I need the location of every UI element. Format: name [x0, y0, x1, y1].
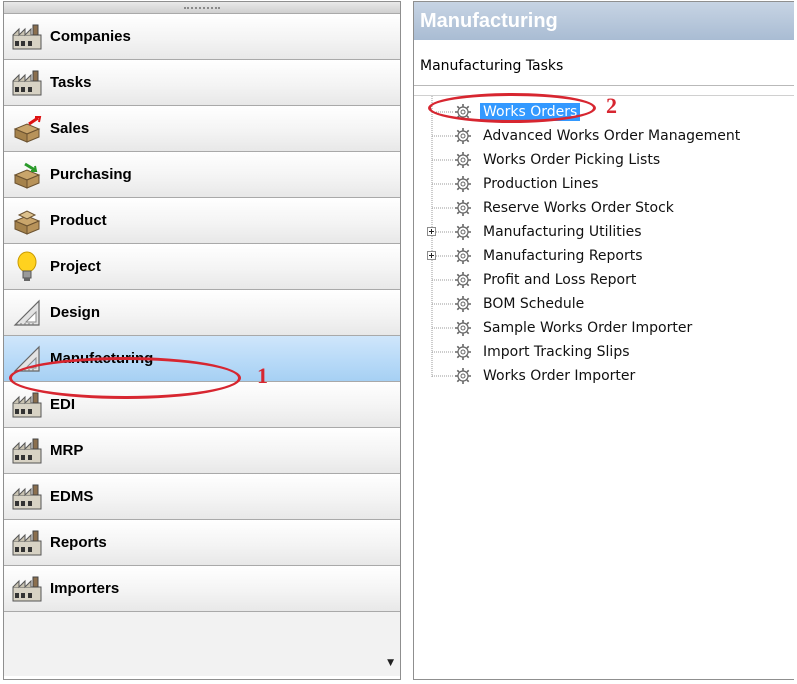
gear-icon — [452, 365, 474, 387]
gear-icon — [452, 125, 474, 147]
tree-item-label: Sample Works Order Importer — [483, 320, 693, 336]
nav-item-mrp[interactable]: MRP — [4, 428, 400, 474]
gear-icon — [452, 149, 474, 171]
boxes-product-icon — [10, 205, 44, 237]
tree-item-label: Works Order Picking Lists — [483, 152, 661, 168]
nav-item-label: Importers — [50, 580, 120, 597]
tree-item-reserve-works-order-stock[interactable]: Reserve Works Order Stock — [452, 197, 677, 219]
lightbulb-icon — [10, 251, 44, 283]
task-tree: Works Orders Advanced Works Order Manage… — [414, 95, 794, 676]
gear-icon — [452, 317, 474, 339]
gear-icon — [452, 269, 474, 291]
gear-icon — [452, 341, 474, 363]
nav-item-label: Purchasing — [50, 166, 132, 183]
gear-icon — [452, 101, 474, 123]
nav-item-design[interactable]: Design — [4, 290, 400, 336]
tree-item-production-lines[interactable]: Production Lines — [452, 173, 601, 195]
nav-item-edms[interactable]: EDMS — [4, 474, 400, 520]
pane-resize-grip[interactable] — [4, 2, 400, 14]
gear-icon — [452, 173, 474, 195]
nav-item-label: Product — [50, 212, 107, 229]
nav-item-label: Project — [50, 258, 101, 275]
boxes-sales-icon — [10, 113, 44, 145]
nav-item-importers[interactable]: Importers — [4, 566, 400, 612]
callout-number-step-2: 2 — [606, 93, 617, 118]
tree-item-label: Works Order Importer — [483, 368, 636, 384]
factory-icon — [10, 481, 44, 513]
tree-item-manufacturing-utilities[interactable]: Manufacturing Utilities — [452, 221, 645, 243]
nav-item-product[interactable]: Product — [4, 198, 400, 244]
navigation-pane: Companies Tasks Sales Purchasing Product… — [3, 1, 401, 680]
nav-item-manufacturing[interactable]: Manufacturing — [4, 336, 400, 382]
nav-item-purchasing[interactable]: Purchasing — [4, 152, 400, 198]
gear-icon — [452, 197, 474, 219]
factory-icon — [10, 435, 44, 467]
tree-item-label: Production Lines — [483, 176, 599, 192]
nav-item-label: Companies — [50, 28, 131, 45]
nav-item-companies[interactable]: Companies — [4, 14, 400, 60]
set-square-icon — [10, 297, 44, 329]
tree-item-label: Import Tracking Slips — [483, 344, 630, 360]
set-square-icon — [10, 343, 44, 375]
factory-icon — [10, 67, 44, 99]
nav-item-edi[interactable]: EDI — [4, 382, 400, 428]
nav-item-label: Sales — [50, 120, 90, 137]
tree-item-import-tracking-slips[interactable]: Import Tracking Slips — [452, 341, 633, 363]
tree-item-label: Works Orders — [480, 103, 581, 121]
factory-icon — [10, 527, 44, 559]
tree-item-label: Manufacturing Utilities — [483, 224, 642, 240]
tree-item-sample-works-order-importer[interactable]: Sample Works Order Importer — [452, 317, 695, 339]
tree-item-advanced-works-order-management[interactable]: Advanced Works Order Management — [452, 125, 743, 147]
nav-item-label: EDMS — [50, 488, 94, 505]
expand-plus-icon[interactable] — [427, 227, 436, 236]
expand-plus-icon[interactable] — [427, 251, 436, 260]
tree-item-label: Reserve Works Order Stock — [483, 200, 674, 216]
nav-item-label: Reports — [50, 534, 107, 551]
tree-item-label: Advanced Works Order Management — [483, 128, 741, 144]
nav-item-sales[interactable]: Sales — [4, 106, 400, 152]
factory-icon — [10, 389, 44, 421]
nav-item-label: EDI — [50, 396, 76, 413]
tree-item-label: Manufacturing Reports — [483, 248, 643, 264]
boxes-purchasing-icon — [10, 159, 44, 191]
nav-item-label: Tasks — [50, 74, 92, 91]
callout-number-step-1: 1 — [257, 363, 268, 388]
nav-item-tasks[interactable]: Tasks — [4, 60, 400, 106]
tree-item-works-order-picking-lists[interactable]: Works Order Picking Lists — [452, 149, 663, 171]
nav-item-label: Manufacturing — [50, 350, 154, 367]
pane-title: Manufacturing — [414, 2, 794, 40]
pane-subtitle: Manufacturing Tasks — [414, 47, 794, 86]
nav-item-project[interactable]: Project — [4, 244, 400, 290]
gear-icon — [452, 293, 474, 315]
tree-item-manufacturing-reports[interactable]: Manufacturing Reports — [452, 245, 646, 267]
factory-icon — [10, 21, 44, 53]
gear-icon — [452, 221, 474, 243]
chevron-down-icon[interactable]: ▼ — [387, 658, 394, 668]
tree-item-works-orders[interactable]: Works Orders — [452, 101, 581, 123]
factory-icon — [10, 573, 44, 605]
nav-item-label: Design — [50, 304, 101, 321]
tree-item-label: BOM Schedule — [483, 296, 585, 312]
gear-icon — [452, 245, 474, 267]
nav-overflow-bar: ▼ — [4, 612, 400, 676]
nav-item-label: MRP — [50, 442, 84, 459]
task-pane: Manufacturing Manufacturing Tasks Works … — [413, 1, 794, 680]
tree-item-works-order-importer[interactable]: Works Order Importer — [452, 365, 638, 387]
nav-item-reports[interactable]: Reports — [4, 520, 400, 566]
tree-item-profit-and-loss-report[interactable]: Profit and Loss Report — [452, 269, 639, 291]
tree-item-label: Profit and Loss Report — [483, 272, 637, 288]
tree-item-bom-schedule[interactable]: BOM Schedule — [452, 293, 587, 315]
